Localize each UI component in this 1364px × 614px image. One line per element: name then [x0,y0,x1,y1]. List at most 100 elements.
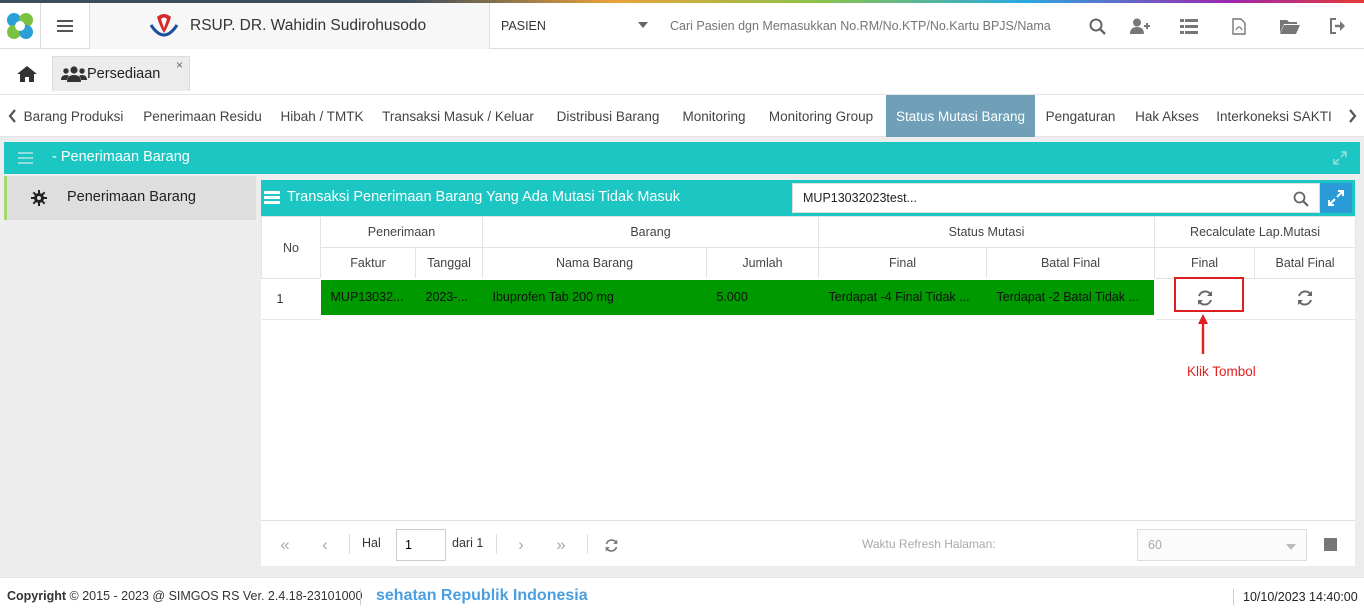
patient-type-select[interactable]: PASIEN [490,3,658,49]
col-header-jumlah[interactable]: Jumlah [706,247,819,279]
pagination-bar: « ‹ Hal dari 1 › » Waktu Refresh Halaman… [261,520,1355,566]
col-group-status-mutasi: Status Mutasi [817,216,1156,248]
tab-row: Persediaan × [0,50,1364,96]
list-button[interactable] [1169,3,1209,49]
list-icon [264,191,280,204]
nav-item-barang-produksi[interactable]: Barang Produksi [16,95,131,137]
home-button[interactable] [6,58,48,90]
maximize-icon[interactable] [1333,151,1347,165]
first-page-button[interactable]: « [273,533,297,557]
search-icon[interactable] [1293,191,1309,207]
cell-jumlah: 5.000 [706,277,819,324]
nav-item-interkoneksi-sakti[interactable]: Interkoneksi SAKTI [1208,95,1340,137]
grid-header-bar: Transaksi Penerimaan Barang Yang Ada Mut… [261,180,1355,216]
copyright-label: Copyright [7,589,67,603]
grid-search-input[interactable] [803,185,1283,211]
nav-item-monitoring-group[interactable]: Monitoring Group [756,95,886,137]
gear-icon [31,190,47,206]
footer-datetime: 10/10/2023 14:40:00 [1243,590,1358,604]
recalculate-batal-final-button[interactable] [1254,278,1356,320]
pager-divider [349,534,350,554]
annotation-text: Klik Tombol [1187,364,1256,379]
pdf-button[interactable] [1219,3,1259,49]
hamburger-icon [57,20,73,32]
page-total-label: dari 1 [452,536,484,550]
col-header-rc-batal-final[interactable]: Batal Final [1254,247,1357,279]
copyright-text: Copyright © 2015 - 2023 @ SIMGOS RS Ver.… [7,589,362,603]
cell-tanggal: 2023-... [415,277,483,324]
nav-item-transaksi-masuk-keluar[interactable]: Transaksi Masuk / Keluar [373,95,543,137]
copyright-detail: 2015 - 2023 @ SIMGOS RS Ver. 2.4.18-2310… [82,589,363,603]
app-header: RSUP. DR. Wahidin Sudirohusodo PASIEN [0,3,1364,49]
refresh-icon [605,538,617,552]
grid-title: Transaksi Penerimaan Barang Yang Ada Mut… [287,189,681,205]
cell-status-batal-final: Terdapat -2 Batal Tidak ... [986,277,1156,324]
cell-nama-barang: Ibuprofen Tab 200 mg [482,277,707,324]
pager-divider [587,534,588,554]
add-user-button[interactable] [1120,3,1160,49]
refresh-interval-select[interactable]: 60 [1137,529,1307,561]
expand-icon [1328,190,1344,206]
patient-type-value: PASIEN [501,19,546,33]
app-logo[interactable] [0,3,41,49]
search-icon [1089,18,1106,35]
folder-open-icon [1280,20,1300,34]
left-menu-label: Penerimaan Barang [67,189,196,205]
page-label: Hal [362,536,381,550]
nav-item-penerimaan-residu[interactable]: Penerimaan Residu [134,95,271,137]
next-page-button[interactable]: › [509,533,533,557]
cell-status-final: Terdapat -4 Final Tidak ... [818,277,987,324]
module-nav: Barang Produksi Penerimaan Residu Hibah … [0,94,1364,137]
col-header-tanggal[interactable]: Tanggal [415,247,483,279]
panel-menu-icon[interactable] [18,152,33,164]
refresh-interval-value: 60 [1148,538,1162,552]
expand-button[interactable] [1320,183,1352,213]
col-group-barang: Barang [482,216,819,248]
hospital-logo-icon [149,14,179,37]
simgos-logo-icon [7,13,33,39]
col-header-rc-final[interactable]: Final [1154,247,1256,279]
tab-close-icon[interactable]: × [176,58,183,72]
nav-scroll-right-button[interactable] [1342,95,1362,137]
caret-down-icon [1286,544,1296,550]
nav-item-distribusi-barang[interactable]: Distribusi Barang [544,95,672,137]
page-number-input[interactable] [396,529,446,561]
grid-panel: Transaksi Penerimaan Barang Yang Ada Mut… [261,180,1357,566]
cell-faktur: MUP13032... [320,277,416,324]
reload-button[interactable] [599,533,623,557]
grid-search-box[interactable] [792,183,1320,213]
footer-divider [1233,589,1234,605]
patient-search-input[interactable] [670,3,1070,49]
nav-item-status-mutasi-barang[interactable]: Status Mutasi Barang [886,95,1035,137]
caret-down-icon [638,22,648,28]
search-button[interactable] [1077,3,1117,49]
nav-item-pengaturan[interactable]: Pengaturan [1036,95,1125,137]
refresh-interval-label: Waktu Refresh Halaman: [862,537,996,551]
nav-item-hibah-tmtk[interactable]: Hibah / TMTK [272,95,372,137]
hamburger-menu-button[interactable] [41,3,90,49]
user-plus-icon [1130,18,1150,34]
logout-button[interactable] [1318,3,1358,49]
last-page-button[interactable]: » [549,533,573,557]
brand-name: RSUP. DR. Wahidin Sudirohusodo [190,17,427,34]
users-icon [61,66,87,82]
col-header-nama-barang[interactable]: Nama Barang [482,247,707,279]
pager-divider [496,534,497,554]
tab-persediaan[interactable]: Persediaan × [52,56,190,91]
panel-header: - Penerimaan Barang [4,142,1360,174]
stop-refresh-button[interactable] [1324,538,1337,551]
left-menu-penerimaan-barang[interactable]: Penerimaan Barang [4,176,256,220]
nav-item-monitoring[interactable]: Monitoring [672,95,756,137]
prev-page-button[interactable]: ‹ [313,533,337,557]
open-folder-button[interactable] [1270,3,1310,49]
footer: Copyright © 2015 - 2023 @ SIMGOS RS Ver.… [0,577,1364,614]
col-header-faktur[interactable]: Faktur [320,247,416,279]
nav-item-hak-akses[interactable]: Hak Akses [1126,95,1208,137]
col-header-batal-final[interactable]: Batal Final [985,247,1156,279]
annotation-arrow-up-icon [1198,314,1208,354]
file-pdf-icon [1232,17,1246,35]
list-icon [1180,18,1198,34]
col-header-final[interactable]: Final [818,247,987,279]
chevron-right-icon [1348,109,1356,123]
col-group-penerimaan: Penerimaan [320,216,483,248]
